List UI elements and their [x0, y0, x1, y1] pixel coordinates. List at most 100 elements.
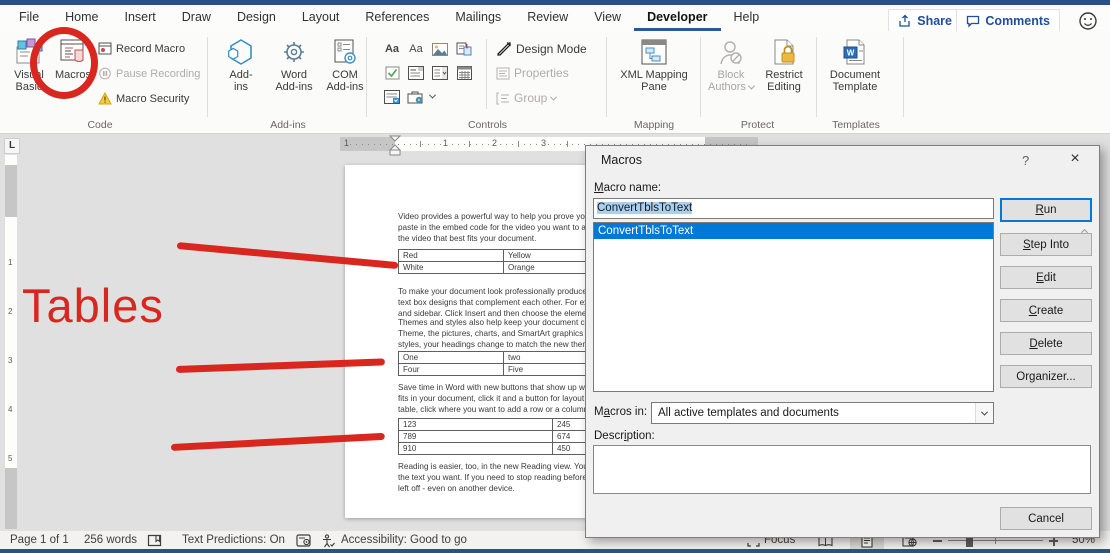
macros-in-combobox[interactable]: All active templates and documents — [651, 402, 994, 424]
plain-text-control-icon[interactable]: Aa — [406, 40, 426, 58]
record-macro-label: Record Macro — [116, 43, 185, 55]
page-indicator[interactable]: Page 1 of 1 — [10, 531, 69, 550]
group-separator — [700, 37, 701, 117]
record-macro-button[interactable]: Record Macro — [98, 42, 185, 55]
dialog-close-button[interactable]: × — [1064, 150, 1086, 168]
description-textarea[interactable] — [593, 445, 1091, 494]
tab-design[interactable]: Design — [224, 5, 289, 31]
text-line: Add-ins — [275, 81, 312, 93]
comments-button[interactable]: Comments — [956, 9, 1060, 33]
macro-list-item[interactable]: ConvertTblsToText — [594, 223, 993, 239]
run-button[interactable]: Run — [1000, 198, 1092, 222]
legacy-tools-dropdown-chevron-icon[interactable] — [429, 92, 436, 99]
text-line: Template — [830, 81, 880, 93]
properties-icon — [496, 67, 510, 80]
com-addins-icon — [330, 38, 360, 66]
document-template-button[interactable]: W DocumentTemplate — [824, 38, 886, 93]
group-separator — [816, 37, 817, 117]
edit-button[interactable]: Edit — [1000, 266, 1092, 289]
restrict-editing-button[interactable]: RestrictEditing — [758, 38, 810, 93]
addins-group-label: Add-ins — [248, 119, 328, 131]
xml-mapping-pane-button[interactable]: XML MappingPane — [612, 38, 696, 93]
picture-control-icon[interactable] — [430, 40, 450, 58]
tab-layout[interactable]: Layout — [289, 5, 353, 31]
com-addins-button[interactable]: COMAdd-ins — [322, 38, 368, 93]
tab-help[interactable]: Help — [721, 5, 773, 31]
tab-insert[interactable]: Insert — [112, 5, 169, 31]
proofing-book-icon[interactable] — [147, 534, 162, 547]
dialog-help-button[interactable]: ? — [1022, 153, 1029, 168]
tab-draw[interactable]: Draw — [169, 5, 224, 31]
combobox-dropdown-button[interactable] — [975, 403, 993, 423]
zoom-out-button[interactable] — [933, 540, 942, 542]
mapping-group-label: Mapping — [612, 119, 696, 131]
building-block-gallery-icon[interactable] — [454, 40, 474, 58]
record-macro-icon — [98, 42, 112, 55]
organizer-button[interactable]: Organizer... — [1000, 365, 1092, 388]
step-into-button[interactable]: Step Into — [1000, 233, 1092, 256]
tab-developer[interactable]: Developer — [634, 5, 720, 31]
group-button: Group — [496, 91, 556, 105]
table-cell: 789 — [399, 431, 553, 443]
create-button[interactable]: Create — [1000, 299, 1092, 322]
text-line: XML Mapping — [620, 69, 687, 81]
accessibility-status[interactable]: Accessibility: Good to go — [341, 531, 467, 550]
legacy-tools-icon[interactable] — [382, 88, 402, 106]
cancel-button[interactable]: Cancel — [1000, 507, 1092, 530]
block-authors-label: Block Authors — [708, 69, 754, 93]
tab-file[interactable]: File — [6, 5, 52, 31]
date-picker-control-icon[interactable] — [454, 64, 474, 82]
macro-list[interactable]: ConvertTblsToText — [593, 222, 994, 392]
ribbon-tab-row: FileHomeInsertDrawDesignLayoutReferences… — [0, 5, 1110, 31]
table-cell: 910 — [399, 443, 553, 455]
dropdown-list-control-icon[interactable] — [430, 64, 450, 82]
word-addins-button[interactable]: WordAdd-ins — [268, 38, 320, 93]
feedback-smiley-icon[interactable] — [1078, 11, 1098, 31]
annotation-circle — [30, 27, 98, 99]
macro-security-label: Macro Security — [116, 93, 189, 105]
addins-button[interactable]: Add-ins — [218, 38, 264, 93]
group-label: Group — [514, 91, 547, 105]
group-separator — [606, 37, 607, 117]
restrict-editing-label: RestrictEditing — [765, 69, 802, 93]
design-mode-button[interactable]: Design Mode — [496, 41, 587, 56]
share-button[interactable]: Share — [888, 9, 962, 33]
ribbon: VisualBasic Macros Record Macro — [0, 31, 1110, 134]
ruler-number: 3 — [539, 138, 548, 148]
text-line: ins — [229, 81, 252, 93]
group-separator — [903, 37, 904, 117]
ribbon-tabs: FileHomeInsertDrawDesignLayoutReferences… — [6, 5, 772, 31]
tab-stop-selector[interactable]: L — [4, 138, 20, 154]
tab-review[interactable]: Review — [514, 5, 581, 31]
indent-marker-icon[interactable] — [389, 136, 401, 157]
text-predictions-status[interactable]: Text Predictions: On — [182, 531, 285, 550]
vertical-ruler[interactable]: 1 2 3 4 5 — [5, 155, 17, 529]
text-line: Document — [830, 69, 880, 81]
document-template-label: DocumentTemplate — [830, 69, 880, 93]
comments-label: Comments — [985, 14, 1050, 28]
combo-box-control-icon[interactable] — [406, 64, 426, 82]
selected-input-text: ConvertTblsToText — [597, 202, 692, 214]
macro-name-input[interactable]: ConvertTblsToText — [593, 198, 994, 219]
tab-mailings[interactable]: Mailings — [442, 5, 514, 31]
ruler-number: 1 — [8, 258, 12, 267]
macro-security-button[interactable]: Macro Security — [98, 92, 189, 105]
ruler-number: 4 — [8, 405, 12, 414]
window-bottom-strip — [0, 549, 1110, 553]
tab-references[interactable]: References — [352, 5, 442, 31]
legacy-forms-icon[interactable] — [406, 88, 426, 106]
rich-text-control-icon[interactable]: Aa — [382, 40, 402, 58]
checkbox-control-icon[interactable] — [382, 64, 402, 82]
tab-view[interactable]: View — [581, 5, 634, 31]
delete-button[interactable]: Delete — [1000, 332, 1092, 355]
word-count[interactable]: 256 words — [84, 531, 137, 550]
accessibility-person-icon[interactable] — [321, 534, 335, 548]
group-dropdown-chevron-icon — [550, 93, 557, 100]
chevron-down-icon — [981, 408, 988, 415]
table-cell: 123 — [399, 419, 553, 431]
restrict-editing-icon — [770, 38, 798, 66]
text-line: COM — [326, 69, 363, 81]
document-template-icon: W — [841, 38, 869, 66]
description-label: Description: — [594, 430, 655, 442]
editor-icon[interactable] — [296, 534, 311, 547]
